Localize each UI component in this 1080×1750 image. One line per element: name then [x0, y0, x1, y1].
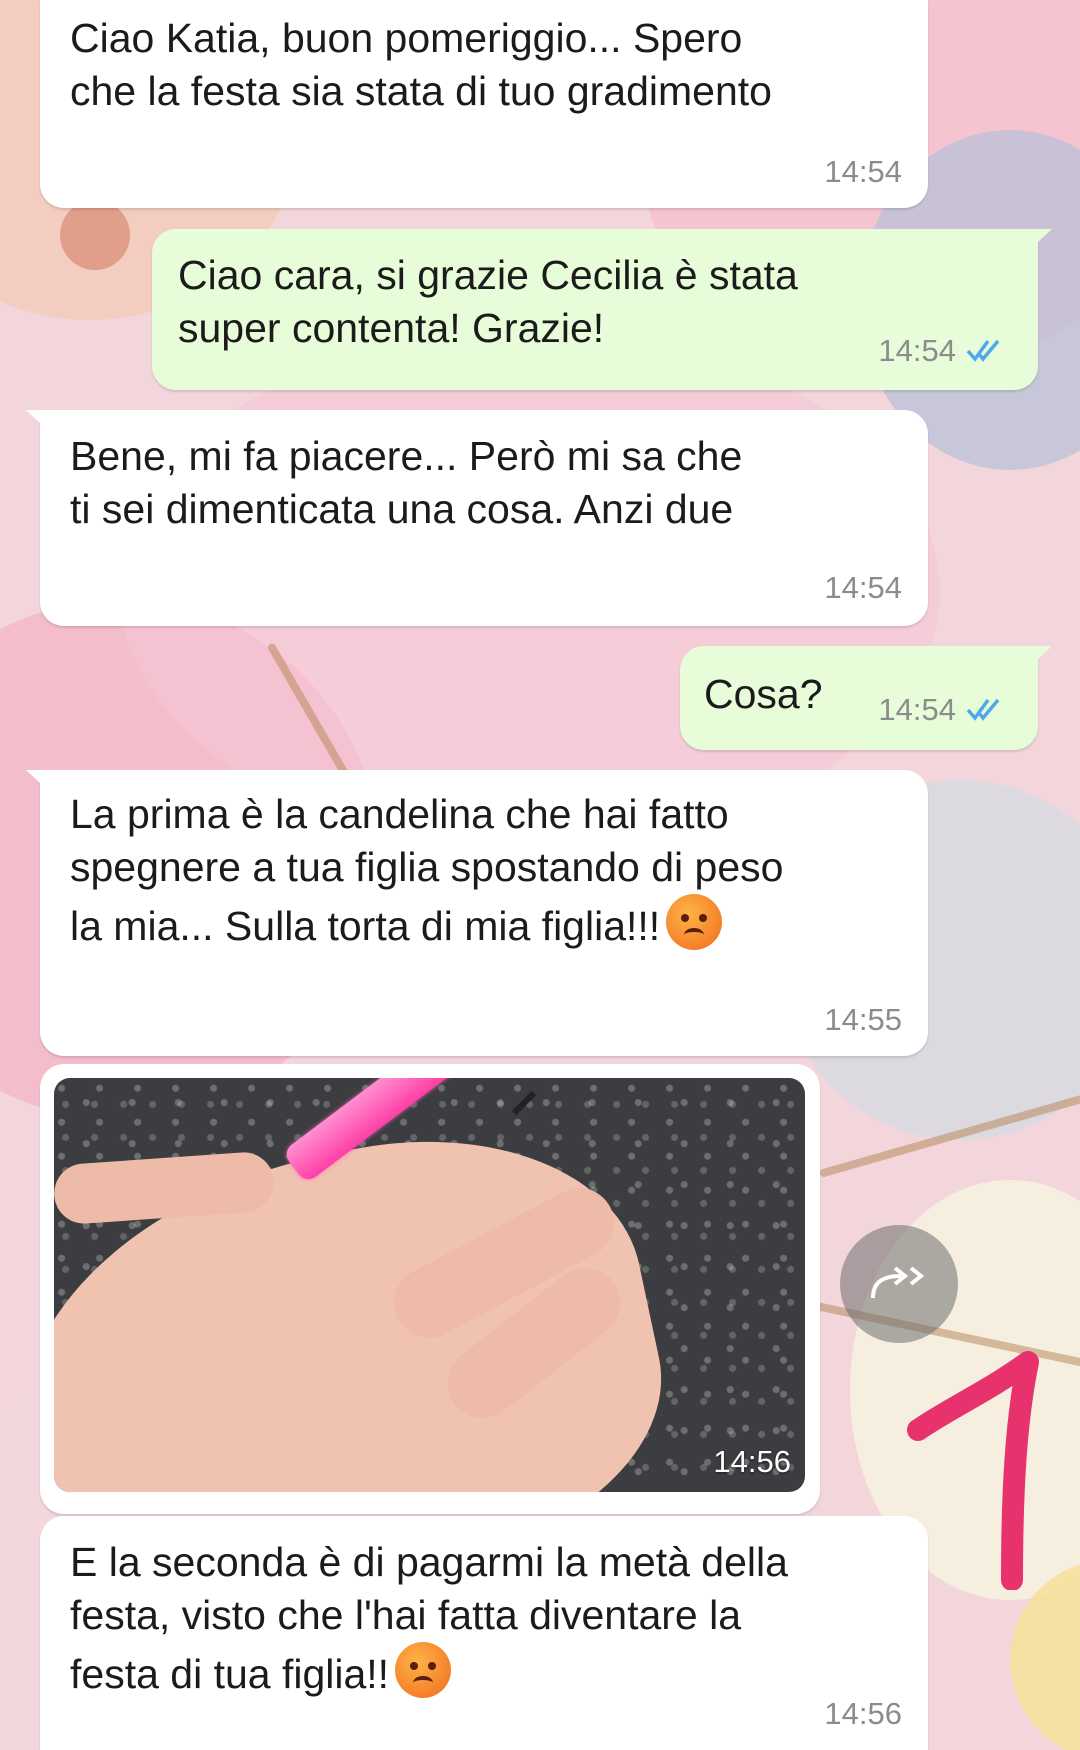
- message-text: Bene, mi fa piacere... Però mi sa che ti…: [70, 433, 743, 532]
- message-bubble-incoming[interactable]: Bene, mi fa piacere... Però mi sa che ti…: [26, 410, 928, 626]
- forward-icon: [871, 1266, 925, 1299]
- message-line: festa, visto che l'hai fatta diventare l…: [70, 1592, 742, 1638]
- message-text: Cosa?: [704, 671, 823, 717]
- message-time: 14:56: [824, 1696, 902, 1731]
- message-text: Ciao Katia, buon pomeriggio... Spero che…: [70, 15, 772, 114]
- message-time: 14:54: [878, 333, 956, 368]
- forward-button[interactable]: [840, 1225, 958, 1343]
- message-bubble-incoming[interactable]: E la seconda è di pagarmi la metà della …: [40, 1516, 928, 1750]
- message-bubble-photo[interactable]: 14:56: [40, 1064, 820, 1514]
- message-line: La prima è la candelina che hai fatto: [70, 791, 729, 837]
- message-time: 14:56: [713, 1444, 791, 1479]
- message-bubble-outgoing[interactable]: Cosa? 14:54: [680, 646, 1052, 750]
- angry-face-emoji: [666, 894, 723, 950]
- message-bubble-incoming[interactable]: La prima è la candelina che hai fatto sp…: [26, 770, 928, 1056]
- message-bubble-incoming[interactable]: Ciao Katia, buon pomeriggio... Spero che…: [40, 0, 928, 208]
- message-line: la mia... Sulla torta di mia figlia!!!: [70, 903, 661, 949]
- message-line: spegnere a tua figlia spostando di peso: [70, 844, 784, 890]
- message-text: E la seconda è di pagarmi la metà della …: [70, 1536, 788, 1701]
- message-time: 14:54: [824, 570, 902, 605]
- double-check-icon: [966, 339, 1000, 362]
- message-text: La prima è la candelina che hai fatto sp…: [70, 788, 783, 953]
- message-bubble-outgoing[interactable]: Ciao cara, si grazie Cecilia è stata sup…: [152, 229, 1052, 390]
- message-time: 14:54: [878, 692, 956, 727]
- angry-face-emoji: [395, 1642, 452, 1698]
- message-time: 14:55: [824, 1002, 902, 1037]
- photo-candle[interactable]: 14:56: [54, 1078, 805, 1492]
- double-check-icon: [966, 698, 1000, 721]
- message-line: E la seconda è di pagarmi la metà della: [70, 1539, 788, 1585]
- message-line: festa di tua figlia!!: [70, 1651, 390, 1697]
- message-text: Ciao cara, si grazie Cecilia è stata sup…: [178, 252, 798, 351]
- handwritten-annotation: [907, 1351, 1039, 1590]
- message-time: 14:54: [824, 154, 902, 189]
